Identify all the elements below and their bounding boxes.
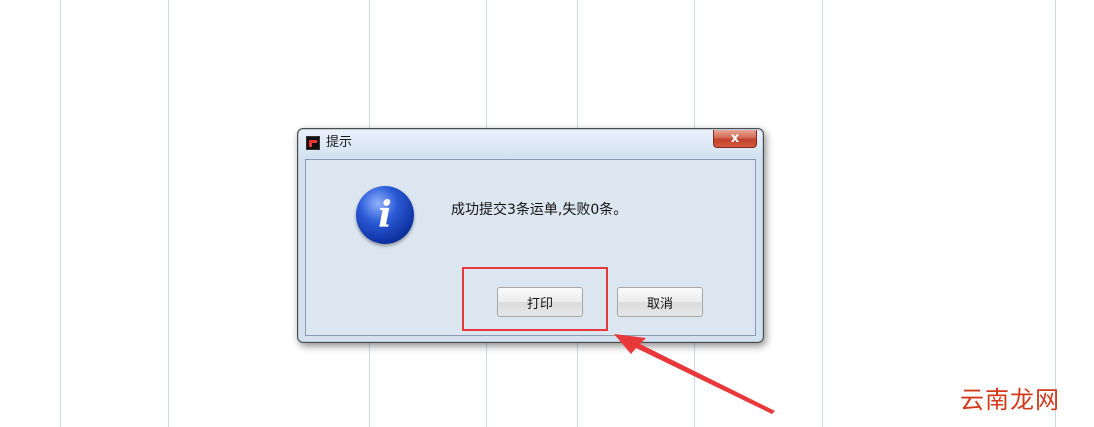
screen: 提示 x i 成功提交3条运单,失败0条。 打印 取消 云南龙网: [0, 0, 1094, 427]
cancel-button[interactable]: 取消: [617, 287, 703, 317]
app-icon: [306, 136, 320, 150]
grid-line: [1055, 0, 1056, 427]
cancel-button-label: 取消: [646, 296, 673, 312]
grid-line: [60, 0, 61, 427]
dialog-title: 提示: [326, 135, 353, 150]
watermark-text: 云南龙网: [960, 386, 1060, 414]
grid-line: [168, 0, 169, 427]
info-icon: i: [356, 186, 414, 244]
close-icon: x: [730, 131, 740, 146]
dialog-message: 成功提交3条运单,失败0条。: [451, 202, 628, 218]
grid-line: [822, 0, 823, 427]
dialog-titlebar[interactable]: 提示 x: [298, 129, 763, 157]
annotation-highlight-box: [462, 267, 608, 331]
info-icon-glyph: i: [378, 194, 392, 236]
close-button[interactable]: x: [713, 130, 757, 148]
